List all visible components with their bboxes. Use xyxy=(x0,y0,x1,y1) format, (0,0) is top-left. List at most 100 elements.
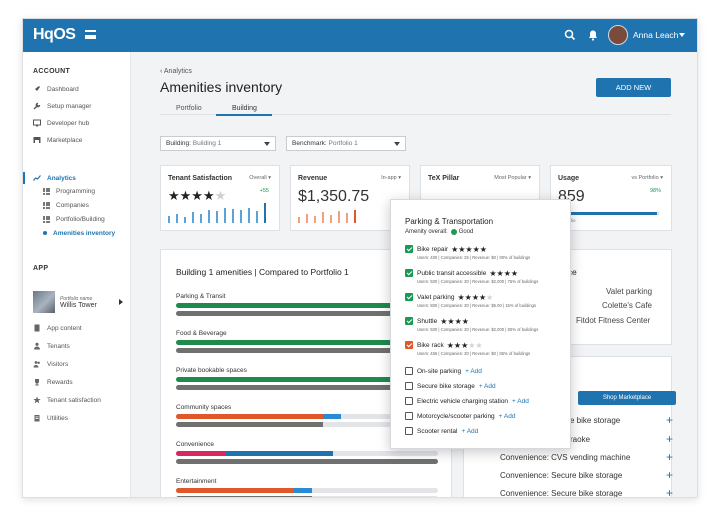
shop-marketplace-button[interactable]: Shop Marketplace xyxy=(578,391,676,405)
sidebar-item-app-content[interactable]: App content xyxy=(33,322,82,334)
sidebar-subitem-label: Amenities inventory xyxy=(53,229,116,237)
checkbox[interactable] xyxy=(405,412,413,420)
breadcrumb[interactable]: ‹ Analytics xyxy=(160,68,192,75)
amenity-item: Motorcycle/scooter parking + Add xyxy=(405,411,515,421)
add-plus-icon[interactable]: + xyxy=(666,414,673,426)
hamburger-menu-icon[interactable] xyxy=(85,30,96,39)
benchmark-select-value: Portfolio 1 xyxy=(328,140,358,147)
sidebar-item-visitors[interactable]: Visitors xyxy=(33,358,68,370)
spark-bar xyxy=(330,215,332,223)
add-link[interactable]: + Add xyxy=(479,383,496,390)
spark-bar xyxy=(314,216,316,223)
checkbox[interactable] xyxy=(405,341,413,349)
recommended-amenity: raoke xyxy=(570,435,591,444)
recommended-amenity: Convenience: CVS vending machine xyxy=(500,453,630,462)
add-plus-icon[interactable]: + xyxy=(666,433,673,445)
spark-bar xyxy=(192,212,194,223)
stars-empty: ★ xyxy=(486,292,494,302)
sidebar-item-utilities[interactable]: Utilities xyxy=(33,412,68,424)
grid-icon xyxy=(43,201,50,209)
amenity-meta: Users: 500 | Companies: 30 | Revenue: $2… xyxy=(417,279,539,284)
checkbox[interactable] xyxy=(405,397,413,405)
add-link[interactable]: + Add xyxy=(461,428,478,435)
sidebar-subitem-programming[interactable]: Programming xyxy=(43,185,95,197)
bar-segment xyxy=(225,451,334,456)
add-link[interactable]: + Add xyxy=(465,368,482,375)
benchmark-select[interactable]: Benchmark: Portfolio 1 xyxy=(286,136,406,151)
sidebar-subitem-companies[interactable]: Companies xyxy=(43,199,89,211)
category-label: Food & Beverage xyxy=(176,330,227,337)
amenity-meta: Users: 456 | Companies: 30 | Revenue: $0… xyxy=(417,351,531,356)
search-icon[interactable] xyxy=(563,28,577,42)
tab-building[interactable]: Building xyxy=(232,105,257,112)
bar-segment xyxy=(176,414,323,419)
sidebar-item-marketplace[interactable]: Marketplace xyxy=(33,134,82,146)
spark-bar xyxy=(240,210,242,223)
sidebar-item-tenant-satisfaction[interactable]: Tenant satisfaction xyxy=(33,394,101,406)
amenity-item: Bike rack ★★★★★ Users: 456 | Companies: 3… xyxy=(405,340,530,356)
amenity-category: Convenience: xyxy=(500,489,549,498)
chart-icon xyxy=(33,175,41,181)
amenity-name: Fitdot Fitness Center xyxy=(576,316,651,325)
sidebar-item-rewards[interactable]: Rewards xyxy=(33,376,73,388)
checkbox[interactable] xyxy=(405,317,413,325)
checkbox[interactable] xyxy=(405,382,413,390)
category-label: Entertainment xyxy=(176,478,217,485)
stars-filled: ★★★★ xyxy=(489,268,519,278)
add-link[interactable]: + Add xyxy=(499,413,516,420)
active-tab-underline xyxy=(216,114,272,116)
building-select[interactable]: Building: Building 1 xyxy=(160,136,276,151)
sidebar-item-dashboard[interactable]: Dashboard xyxy=(33,83,79,95)
hqos-logo[interactable]: HqOS xyxy=(33,26,76,44)
checkbox[interactable] xyxy=(405,269,413,277)
sidebar-item-developer-hub[interactable]: Developer hub xyxy=(33,117,89,129)
checkbox[interactable] xyxy=(405,245,413,253)
add-plus-icon[interactable]: + xyxy=(666,469,673,481)
status-dot-icon xyxy=(450,229,457,235)
kpi-title: Usage xyxy=(558,175,580,182)
portfolio-name-label: Portfolio name xyxy=(60,295,93,302)
kpi-dropdown[interactable]: Most Popular xyxy=(494,175,531,181)
kpi-dropdown[interactable]: vs Portfolio xyxy=(631,175,663,181)
spark-bar xyxy=(338,211,340,223)
sidebar-subitem-portfolio-building[interactable]: Portfolio/Building xyxy=(43,213,105,225)
user-name[interactable]: Anna Leach xyxy=(633,30,678,40)
category-label: Private bookable spaces xyxy=(176,367,247,374)
sidebar-item-analytics[interactable]: Analytics xyxy=(33,172,76,184)
kpi-dropdown[interactable]: Overall xyxy=(249,175,271,181)
category-label: Convenience xyxy=(176,441,214,448)
checkbox[interactable] xyxy=(405,427,413,435)
chevron-down-icon xyxy=(394,142,400,146)
add-link[interactable]: + Add xyxy=(512,398,529,405)
star-rating: ★★★★ xyxy=(489,269,518,278)
spark-bar xyxy=(176,214,178,223)
stars-empty: ★★ xyxy=(468,340,483,350)
breadcrumb-label[interactable]: Analytics xyxy=(164,68,192,75)
building-selector[interactable]: Portfolio name Willis Tower xyxy=(33,290,125,314)
spark-bar xyxy=(216,211,218,223)
add-plus-icon[interactable]: + xyxy=(666,487,673,497)
sidebar-item-setup-manager[interactable]: Setup manager xyxy=(33,100,91,112)
benchmark-select-label: Benchmark: xyxy=(292,140,327,147)
sidebar-subitem-amenities-inventory[interactable]: Amenities inventory xyxy=(43,227,115,239)
add-new-button[interactable]: ADD NEW xyxy=(596,78,671,97)
tab-portfolio[interactable]: Portfolio xyxy=(176,105,202,112)
checkbox[interactable] xyxy=(405,367,413,375)
sidebar-item-tenants[interactable]: Tenants xyxy=(33,340,70,352)
user-avatar[interactable] xyxy=(608,25,628,45)
kpi-title: Tenant Satisfaction xyxy=(168,175,233,182)
sidebar-item-label: Tenant satisfaction xyxy=(47,396,101,404)
sidebar-item-label: Marketplace xyxy=(47,136,83,144)
building-select-value: Building 1 xyxy=(192,140,222,147)
page-title: Amenities inventory xyxy=(160,79,283,95)
document-icon xyxy=(34,324,40,332)
building-name: Willis Tower xyxy=(60,301,97,309)
building-thumbnail xyxy=(33,291,55,313)
sidebar-subitem-label: Portfolio/Building xyxy=(56,215,105,223)
add-plus-icon[interactable]: + xyxy=(666,451,673,463)
spark-bar xyxy=(264,203,266,223)
bell-icon[interactable] xyxy=(586,28,600,42)
checkbox[interactable] xyxy=(405,293,413,301)
kpi-dropdown[interactable]: In-app xyxy=(381,175,401,181)
chevron-down-icon[interactable] xyxy=(679,33,685,37)
